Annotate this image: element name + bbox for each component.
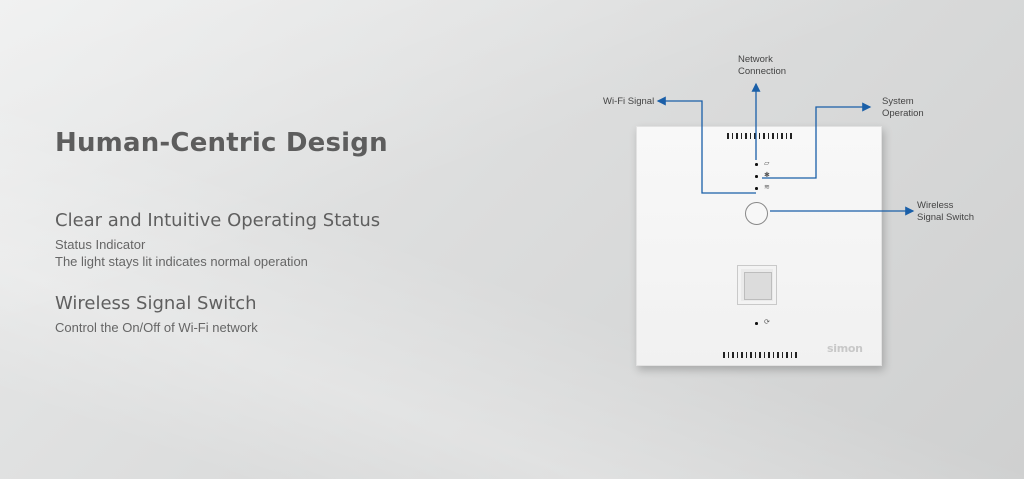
callout-line: Operation <box>882 108 924 119</box>
callout-arrows <box>656 82 915 216</box>
network-callout: Network Connection <box>738 54 786 78</box>
callout-line: Connection <box>738 66 787 77</box>
wifi-callout: Wi-Fi Signal <box>603 96 654 108</box>
system-arrow <box>762 102 872 179</box>
callout-line: System <box>882 96 914 107</box>
callout-line: Wi-Fi Signal <box>603 96 655 107</box>
wifi-arrow <box>656 96 756 194</box>
callout-line: Network <box>738 54 773 65</box>
callout-line: Wireless <box>917 200 954 211</box>
system-callout: System Operation <box>882 96 924 120</box>
callout-line: Signal Switch <box>917 212 975 223</box>
switch-callout: Wireless Signal Switch <box>917 200 974 224</box>
